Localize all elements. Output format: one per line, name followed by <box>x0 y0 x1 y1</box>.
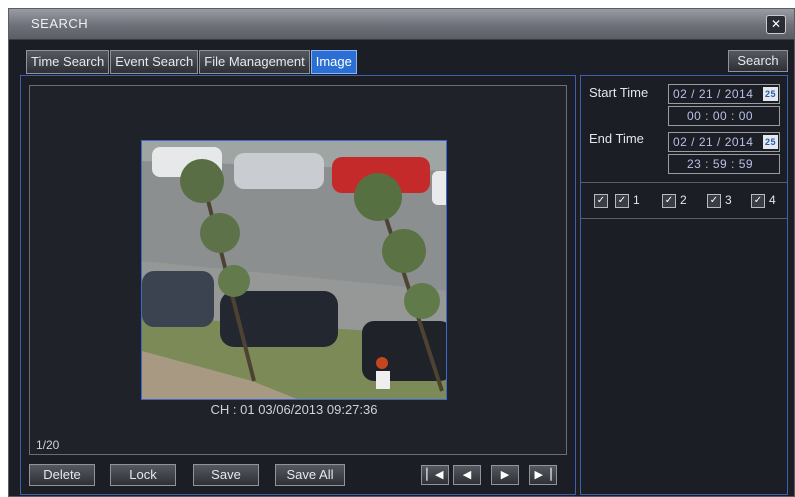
title-bar: SEARCH ✕ <box>9 9 794 40</box>
channel-2-checkbox[interactable]: ✓ <box>662 194 676 208</box>
tab-image[interactable]: Image <box>310 50 357 74</box>
end-date-field[interactable]: 02 / 21 / 2014 25 <box>668 132 780 152</box>
start-time-field[interactable]: 00 : 00 : 00 <box>668 106 780 126</box>
start-time-label: Start Time <box>589 85 649 100</box>
channel-1-checkbox[interactable]: ✓ <box>615 194 629 208</box>
channel-3-checkbox[interactable]: ✓ <box>707 194 721 208</box>
first-icon[interactable]: ▏◀ <box>421 465 449 485</box>
start-date-value: 02 / 21 / 2014 <box>673 87 754 101</box>
calendar-icon[interactable]: 25 <box>763 135 778 149</box>
close-icon[interactable]: ✕ <box>766 15 786 34</box>
save-all-button[interactable]: Save All <box>275 464 345 486</box>
divider <box>581 218 787 219</box>
end-time-label: End Time <box>589 131 644 146</box>
next-icon[interactable]: ▶ <box>491 465 519 485</box>
tab-event-search[interactable]: Event Search <box>110 50 199 74</box>
image-viewer: CH : 01 03/06/2013 09:27:36 1/20 <box>29 85 567 455</box>
tab-bar: Time Search Event Search File Management… <box>26 50 358 74</box>
calendar-icon[interactable]: 25 <box>763 87 778 101</box>
image-panel: CH : 01 03/06/2013 09:27:36 1/20 Delete … <box>20 75 576 495</box>
lock-button[interactable]: Lock <box>110 464 176 486</box>
save-button[interactable]: Save <box>193 464 259 486</box>
prev-icon[interactable]: ◀ <box>453 465 481 485</box>
start-date-field[interactable]: 02 / 21 / 2014 25 <box>668 84 780 104</box>
channel-4-label: 4 <box>769 193 776 207</box>
channel-4-checkbox[interactable]: ✓ <box>751 194 765 208</box>
end-date-value: 02 / 21 / 2014 <box>673 135 754 149</box>
delete-button[interactable]: Delete <box>29 464 95 486</box>
snapshot-caption: CH : 01 03/06/2013 09:27:36 <box>210 402 378 417</box>
last-icon[interactable]: ▶▕ <box>529 465 557 485</box>
search-button[interactable]: Search <box>728 50 788 72</box>
tab-file-management[interactable]: File Management <box>199 50 310 74</box>
select-all-checkbox[interactable]: ✓ <box>594 194 608 208</box>
channel-1-label: 1 <box>633 193 640 207</box>
window-title: SEARCH <box>31 16 89 31</box>
tab-time-search[interactable]: Time Search <box>26 50 110 74</box>
divider <box>581 182 787 183</box>
image-counter: 1/20 <box>36 438 60 452</box>
channel-2-label: 2 <box>680 193 687 207</box>
search-panel: Start Time 02 / 21 / 2014 25 00 : 00 : 0… <box>580 75 788 495</box>
snapshot-image[interactable] <box>141 140 447 400</box>
channel-3-label: 3 <box>725 193 732 207</box>
dvr-window: SEARCH ✕ Time Search Event Search File M… <box>8 8 795 497</box>
end-time-field[interactable]: 23 : 59 : 59 <box>668 154 780 174</box>
